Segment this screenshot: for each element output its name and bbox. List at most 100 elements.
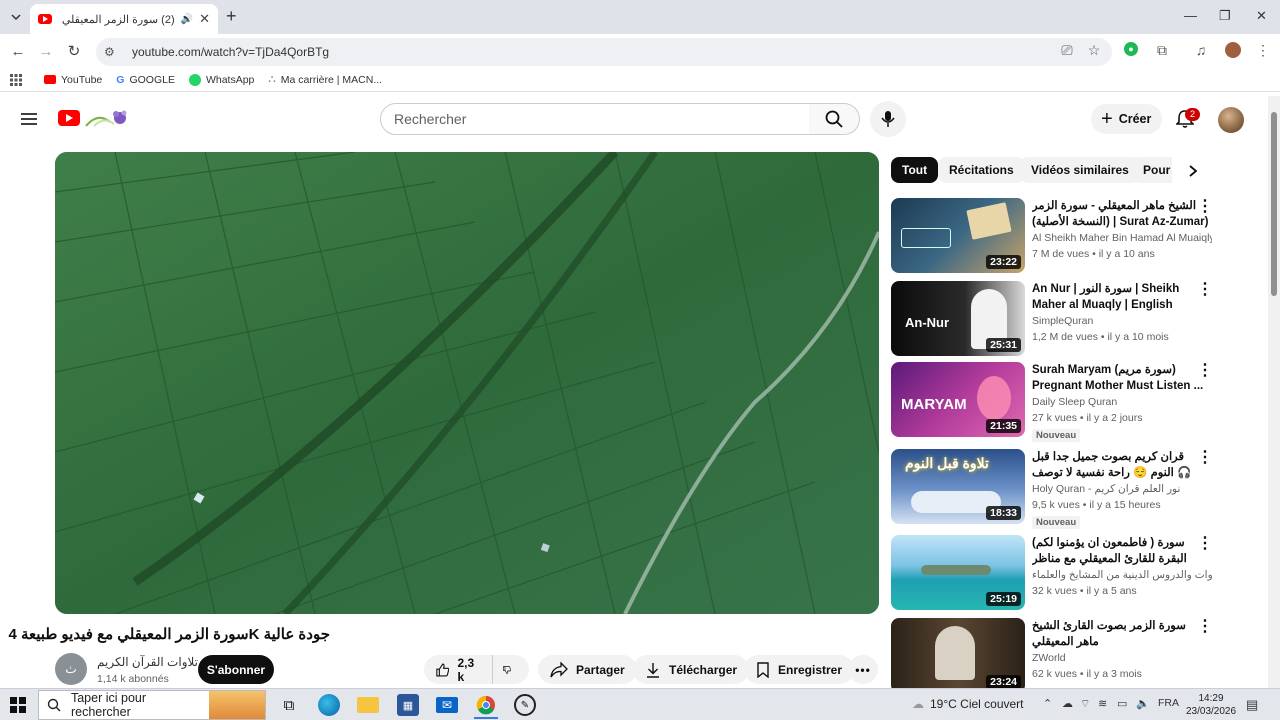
video-thumbnail[interactable]: 23:24 [891, 618, 1025, 688]
install-app-icon[interactable]: ⎚ [1058, 41, 1076, 59]
back-icon[interactable]: ← [8, 41, 28, 61]
recommendation-title[interactable]: الشيخ ماهر المعيقلي - سورة الزمر (النسخة… [1032, 198, 1210, 230]
recommendation-channel[interactable]: Holy Quran - نور العلم قرآن كريم [1032, 483, 1212, 495]
more-vertical-icon[interactable]: ⋮ [1197, 282, 1213, 299]
recommendation-title[interactable]: Surah Maryam (سورة مريم) Pregnant Mother… [1032, 362, 1210, 394]
video-thumbnail[interactable]: An-Nur 25:31 [891, 281, 1025, 356]
language-indicator[interactable]: FRA [1158, 697, 1179, 709]
more-vertical-icon[interactable]: ⋮ [1197, 363, 1213, 380]
video-thumbnail[interactable]: تلاوة قبل النوم 18:33 [891, 449, 1025, 524]
bookmark-macn[interactable]: ⛬ Ma carrière | MACN... [268, 73, 382, 86]
recommendation-channel[interactable]: افضل التلاوات والدروس الدينية من المشايخ… [1032, 569, 1212, 581]
bookmark-label: Ma carrière | MACN... [280, 73, 383, 86]
clock[interactable]: 14:29 23/03/2026 [1186, 692, 1236, 718]
volume-icon[interactable]: 🔈 [1136, 697, 1150, 710]
recommendation-title[interactable]: سورة الزمر بصوت القارئ الشيخ ماهر المعيق… [1032, 618, 1210, 650]
browser-tab-active[interactable]: (2) سورة الزمر المعيقلي مع 🔊 ✕ [30, 4, 218, 34]
wifi-icon[interactable]: ≋ [1098, 697, 1107, 710]
recommendation-item[interactable]: 23:22 الشيخ ماهر المعيقلي - سورة الزمر (… [891, 198, 1251, 276]
weather-widget[interactable]: ☁ 19°C Ciel couvert [912, 697, 1024, 711]
chrome-menu-icon[interactable]: ⋮ [1254, 41, 1272, 59]
windows-start-icon[interactable] [10, 697, 26, 713]
new-tab-icon[interactable]: + [226, 6, 237, 27]
more-actions-button[interactable]: ••• [848, 655, 878, 684]
tray-cloud-icon[interactable]: ☁ [1062, 697, 1073, 710]
account-avatar[interactable] [1218, 107, 1244, 133]
download-button[interactable]: Télécharger [633, 655, 750, 684]
video-player[interactable] [55, 152, 879, 614]
bookmark-whatsapp[interactable]: WhatsApp [188, 73, 254, 86]
notification-center-icon[interactable]: ▤ [1246, 697, 1258, 713]
chip-for-you[interactable]: Pour [1132, 157, 1172, 183]
close-tab-icon[interactable]: ✕ [199, 11, 210, 27]
dislike-button[interactable] [492, 655, 529, 684]
recommendation-channel[interactable]: ZWorld [1032, 652, 1212, 664]
minimize-icon[interactable]: — [1184, 8, 1197, 23]
bookmark-youtube[interactable]: YouTube [44, 74, 102, 86]
channel-avatar[interactable]: ٺ [55, 653, 87, 685]
more-vertical-icon[interactable]: ⋮ [1197, 450, 1213, 467]
more-vertical-icon[interactable]: ⋮ [1197, 536, 1213, 553]
microsoft-store-icon[interactable]: ▦ [397, 694, 419, 716]
tab-search-button[interactable] [6, 7, 26, 27]
tray-chevron-icon[interactable]: ⌃ [1043, 697, 1052, 710]
forward-icon[interactable]: → [36, 41, 56, 61]
video-thumbnail[interactable]: MARYAM 21:35 [891, 362, 1025, 437]
share-button[interactable]: Partager [538, 655, 637, 684]
search-input[interactable]: Rechercher [380, 103, 810, 135]
app-circle-icon[interactable]: ✎ [514, 694, 536, 716]
site-info-icon[interactable]: ⚙ [104, 45, 118, 59]
save-button[interactable]: Enregistrer [744, 655, 855, 684]
bookmark-star-icon[interactable]: ☆ [1085, 41, 1103, 59]
reload-icon[interactable]: ↻ [64, 41, 84, 61]
chips-next-button[interactable] [1183, 161, 1203, 181]
youtube-doodle-icon[interactable] [84, 106, 132, 130]
chip-recitations[interactable]: Récitations [938, 157, 1025, 183]
file-explorer-icon[interactable] [357, 697, 379, 713]
more-vertical-icon[interactable]: ⋮ [1197, 619, 1213, 636]
channel-name[interactable]: تلاوات القرآن الكريم [97, 655, 198, 669]
bookmark-google[interactable]: G GOOGLE [116, 74, 175, 86]
subscribe-button[interactable]: S'abonner [198, 655, 274, 684]
media-controls-icon[interactable]: ♫ [1192, 41, 1210, 59]
taskbar-search-box[interactable]: Taper ici pour rechercher [38, 690, 266, 720]
apps-grid-icon[interactable] [10, 73, 22, 86]
voice-search-button[interactable] [870, 101, 906, 137]
restore-icon[interactable]: ❐ [1219, 8, 1231, 24]
recommendation-item[interactable]: تلاوة قبل النوم 18:33 قران كريم بصوت جمي… [891, 449, 1251, 529]
recommendation-item[interactable]: 25:19 (فاطمعون ان يؤمنوا لكم ) سورة البق… [891, 535, 1251, 613]
recommendation-item[interactable]: 23:24 سورة الزمر بصوت القارئ الشيخ ماهر … [891, 618, 1251, 688]
chip-similar-videos[interactable]: Vidéos similaires [1020, 157, 1140, 183]
scrollbar-thumb[interactable] [1271, 112, 1277, 296]
recommendation-item[interactable]: MARYAM 21:35 Surah Maryam (سورة مريم) Pr… [891, 362, 1251, 442]
task-view-icon[interactable]: ⧉ [278, 694, 300, 716]
hamburger-menu-icon[interactable] [18, 108, 40, 130]
recommendation-title[interactable]: قران كريم بصوت جميل جدا قبل النوم 😌 راحة… [1032, 449, 1210, 481]
like-button[interactable]: 2,3 k [424, 655, 492, 684]
network-icon[interactable]: ⌔ [1080, 697, 1090, 711]
edge-icon[interactable] [318, 694, 340, 716]
recommendation-channel[interactable]: Daily Sleep Quran [1032, 396, 1212, 408]
video-thumbnail[interactable]: 23:22 [891, 198, 1025, 273]
mail-icon[interactable]: ✉ [436, 697, 458, 713]
recommendation-channel[interactable]: Al Sheikh Maher Bin Hamad Al Muaiqly | .… [1032, 232, 1212, 244]
address-bar[interactable]: ⚙ youtube.com/watch?v=TjDa4QorBTg [96, 38, 1112, 66]
speaker-icon[interactable]: 🔊 [181, 14, 193, 25]
battery-icon[interactable]: ▭ [1117, 697, 1127, 710]
more-horizontal-icon: ••• [855, 662, 871, 677]
extensions-puzzle-icon[interactable]: ⧉ [1153, 41, 1171, 59]
search-button[interactable] [809, 103, 860, 135]
video-thumbnail[interactable]: 25:19 [891, 535, 1025, 610]
recommendation-item[interactable]: An-Nur 25:31 An Nur | سورة النور | Sheik… [891, 281, 1251, 359]
recommendation-title[interactable]: (فاطمعون ان يؤمنوا لكم ) سورة البقرة للق… [1032, 535, 1210, 567]
chrome-taskbar-icon[interactable] [474, 693, 498, 719]
create-button[interactable]: + Créer [1091, 104, 1162, 134]
close-window-icon[interactable]: ✕ [1256, 8, 1267, 24]
chip-all[interactable]: Tout [891, 157, 939, 183]
recommendation-channel[interactable]: SimpleQuran [1032, 315, 1212, 327]
extension-green-icon[interactable]: ● [1124, 42, 1138, 56]
more-vertical-icon[interactable]: ⋮ [1197, 199, 1213, 216]
recommendation-title[interactable]: An Nur | سورة النور | Sheikh Maher al Mu… [1032, 281, 1210, 313]
profile-avatar-icon[interactable] [1225, 42, 1241, 58]
youtube-logo-icon[interactable] [58, 110, 80, 126]
